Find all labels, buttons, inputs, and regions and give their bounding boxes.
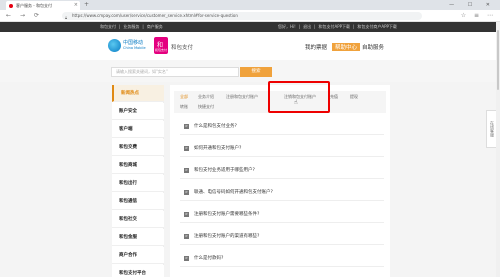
address-bar[interactable]: 🔒︎ https://www.cmpay.com/user/service/cu… (62, 12, 422, 20)
separator: | (142, 24, 144, 29)
hebao-logo[interactable]: 和 和包支付 (154, 37, 168, 54)
new-tab-button[interactable]: + (84, 1, 89, 9)
sidebar-item[interactable]: 和包社交 (112, 211, 164, 228)
china-mobile-logo[interactable]: 中国移动 China Mobile (108, 38, 152, 54)
question-text: 如何开通和包支付账户? (194, 146, 242, 151)
reload-icon[interactable]: ⟳ (34, 11, 39, 21)
browser-window: 客户服务 - 和包支付 × + — ☐ ✕ ← → ⟳ 🔒︎ https://w… (0, 0, 500, 277)
site-top-link[interactable]: 您好，Hi! (278, 24, 296, 29)
question-item[interactable]: > 注册和包支付账户需要哪些条件? (180, 207, 384, 223)
separator: | (119, 24, 121, 29)
sidebar-item[interactable]: 和包商城 (112, 157, 164, 174)
question-text: 注册和包支付账户的渠道有哪些? (194, 234, 260, 239)
sidebar-item[interactable]: 客户端 (112, 121, 164, 138)
site-top-link[interactable]: 和包支付APP下载 (318, 24, 350, 29)
browser-menu-icons[interactable]: ☆ ≡ ⋯ (461, 11, 496, 21)
logo-en-text: China Mobile (123, 46, 146, 50)
sidebar-item[interactable]: 和包通信 (112, 193, 164, 210)
expand-arrow-icon: > (184, 256, 189, 261)
expand-arrow-icon: > (184, 234, 189, 239)
expand-arrow-icon: > (184, 190, 189, 195)
question-text: 和包支付业务适用于哪些用户? (194, 168, 255, 173)
sidebar-item[interactable]: 和包金服 (112, 229, 164, 246)
question-item[interactable]: > 联通、电信号码如何开通和包支付账户? (180, 185, 384, 201)
question-item[interactable]: > 和包支付业务适用于哪些用户? (180, 163, 384, 179)
brand-name: 和包支付 (171, 45, 194, 51)
expand-arrow-icon: > (184, 168, 189, 173)
tab-withdraw[interactable]: 提现 (350, 93, 358, 101)
site-top-bar: 和包支付 | 业务服务 | 商户服务 您好，Hi! | 退出 | 和包支付APP下载 | 和包支付商… (0, 22, 500, 32)
search-row: 请输入搜索关键词，如"实名" 搜索 (0, 60, 500, 82)
site-top-link[interactable]: 和包支付 (100, 24, 116, 29)
site-top-link[interactable]: 和包支付商户APP下载 (357, 24, 397, 29)
nav-self-service[interactable]: 自助服务 (362, 43, 384, 51)
tab-transfer[interactable]: 转账 (180, 103, 188, 111)
nav-my-bills[interactable]: 我的票据 (305, 43, 327, 51)
expand-arrow-icon: > (184, 146, 189, 151)
logo-cn-text: 中国移动 (123, 40, 144, 46)
search-button[interactable]: 搜索 (240, 67, 272, 77)
lock-icon: 🔒︎ (65, 14, 68, 20)
site-header: 中国移动 China Mobile 和 和包支付 和包支付 我的票据 帮助中心 … (0, 32, 500, 60)
hand-cursor-icon: ☝ (294, 99, 298, 106)
tab-quick-pay[interactable]: 快捷支付 (198, 103, 214, 111)
help-content: 新闻热点 账户安全 客户端 和包交费 和包商城 和包出行 和包通信 和包社交 和包金服 商户合作和… (0, 82, 500, 277)
site-top-link[interactable]: 商户服务 (147, 24, 163, 29)
question-text: 联通、电信号码如何开通和包支付账户? (194, 190, 273, 195)
sidebar-item[interactable]: 新闻热点 (112, 85, 164, 102)
sidebar-item[interactable]: 和包出行 (112, 175, 164, 192)
address-toolbar: ← → ⟳ 🔒︎ https://www.cmpay.com/user/serv… (0, 10, 500, 22)
nav-help-center[interactable]: 帮助中心 (332, 43, 361, 51)
scrollbar-thumb[interactable] (497, 30, 499, 90)
question-item[interactable]: > 注册和包支付账户的渠道有哪些? (180, 229, 384, 245)
sidebar-item[interactable]: 和包支付平台 (112, 265, 164, 277)
window-controls[interactable]: — ☐ ✕ (449, 0, 496, 10)
back-icon[interactable]: ← (6, 11, 11, 21)
question-text: 什么是付款码? (194, 256, 224, 261)
hebao-logo-sub: 和包支付 (155, 48, 168, 52)
url-text: https://www.cmpay.com/user/service/custo… (72, 13, 238, 18)
question-item[interactable]: > 什么是付款码? (180, 251, 384, 267)
separator: | (353, 24, 355, 29)
tab-business-intro[interactable]: 业务介绍 (198, 93, 214, 101)
separator: | (298, 24, 301, 29)
tab-recharge[interactable]: 充值 (330, 93, 338, 101)
site-top-link[interactable]: 退出 (303, 24, 311, 29)
question-text: 什么是和包支付业务? (194, 124, 237, 129)
sidebar-item[interactable]: 商户合作 (112, 247, 164, 264)
question-text: 注册和包支付账户需要哪些条件? (194, 212, 260, 217)
site-top-links-right: 您好，Hi! | 退出 | 和包支付APP下载 | 和包支付商户APP下载 (278, 22, 400, 32)
tab-title: 客户服务 - 和包支付 (16, 3, 52, 8)
forward-icon[interactable]: → (20, 11, 25, 21)
tab-all[interactable]: 全部 (180, 93, 188, 101)
highlight-box (268, 81, 330, 113)
expand-arrow-icon: > (184, 212, 189, 217)
browser-tab[interactable]: 客户服务 - 和包支付 × (6, 1, 80, 10)
expand-arrow-icon: > (184, 124, 189, 129)
site-top-links-left: 和包支付 | 业务服务 | 商户服务 (100, 22, 166, 32)
sidebar-item[interactable]: 和包交费 (112, 139, 164, 156)
question-item[interactable]: > 如何开通和包支付账户? (180, 141, 384, 157)
search-input[interactable]: 请输入搜索关键词，如"实名" (111, 67, 239, 77)
site-top-link[interactable]: 业务服务 (123, 24, 139, 29)
tab-register[interactable]: 注册和包支付账户 (226, 93, 258, 101)
favicon-icon (9, 3, 13, 8)
faq-panel: 全部 业务介绍 注册和包支付账户 注销和包支付账户 充值 提现 转账 快捷支付 … (170, 85, 390, 277)
separator: | (314, 24, 316, 29)
sidebar-item[interactable]: 账户安全 (112, 103, 164, 120)
china-mobile-logo-icon (108, 39, 121, 52)
tab-bar: 客户服务 - 和包支付 × + — ☐ ✕ (0, 0, 500, 10)
category-sidebar: 新闻热点 账户安全 客户端 和包交费 和包商城 和包出行 和包通信 和包社交 和包金服 商户合作和… (112, 85, 164, 277)
close-tab-icon[interactable]: × (74, 1, 78, 10)
question-item[interactable]: > 什么是和包支付业务? (180, 119, 384, 135)
